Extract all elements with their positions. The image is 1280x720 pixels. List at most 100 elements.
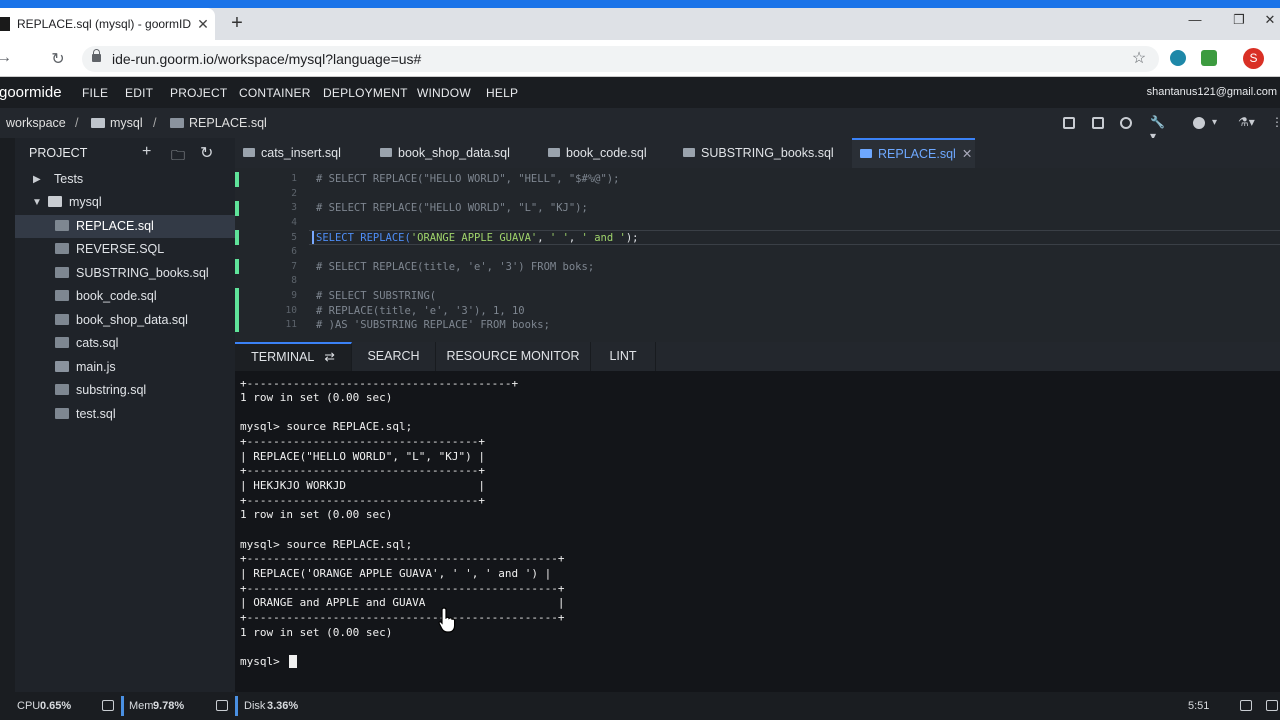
tree-file-book-code[interactable]: book_code.sql xyxy=(15,285,235,308)
tree-file-cats[interactable]: cats.sql xyxy=(15,332,235,355)
address-bar[interactable]: ide-run.goorm.io/workspace/mysql?languag… xyxy=(82,46,1159,72)
browser-tab[interactable]: REPLACE.sql (mysql) - goormIDE ✕ xyxy=(0,8,215,40)
folder-icon xyxy=(48,196,62,207)
line-number: 4 xyxy=(291,217,297,228)
code-line: # SELECT REPLACE(title, 'e', '3') FROM b… xyxy=(316,261,595,273)
tab-book-code[interactable]: book_code.sql xyxy=(540,138,670,168)
mem-value: 9.78% xyxy=(153,700,185,712)
menu-file[interactable]: FILE xyxy=(82,86,108,100)
build-icon[interactable]: 🔧▾ xyxy=(1150,115,1165,143)
chevron-right-icon: ▶ xyxy=(33,174,41,185)
menu-window[interactable]: WINDOW xyxy=(417,86,471,100)
terminal-refresh-icon[interactable]: ⇄ xyxy=(324,350,334,364)
new-folder-icon[interactable]: 🗀 xyxy=(171,145,185,169)
breadcrumb-file[interactable]: REPLACE.sql xyxy=(170,116,267,130)
tab-terminal[interactable]: TERMINAL ⇄ xyxy=(235,342,352,371)
fullscreen-icon[interactable] xyxy=(1266,700,1278,711)
run-icon[interactable] xyxy=(1193,117,1205,129)
profile-avatar[interactable]: S xyxy=(1243,48,1264,69)
menu-deployment[interactable]: DEPLOYMENT xyxy=(323,86,408,100)
tree-file-substring-books[interactable]: SUBSTRING_books.sql xyxy=(15,262,235,285)
tab-book-shop-data[interactable]: book_shop_data.sql xyxy=(372,138,532,168)
left-activity-rail xyxy=(0,138,15,692)
menu-help[interactable]: HELP xyxy=(486,86,518,100)
tab-lint[interactable]: LINT xyxy=(591,342,656,371)
breadcrumb-mysql[interactable]: mysql xyxy=(91,116,143,130)
tab-substring-books[interactable]: SUBSTRING_books.sql xyxy=(675,138,845,168)
tree-item-label: mysql xyxy=(69,195,102,209)
bookmark-star-icon[interactable]: ☆ xyxy=(1129,48,1149,68)
add-icon[interactable]: + xyxy=(142,143,151,161)
line-number: 9 xyxy=(291,290,297,301)
tree-file-reverse[interactable]: REVERSE.SQL xyxy=(15,238,235,261)
minimize-icon[interactable]: — xyxy=(1175,12,1215,27)
tree-item-label: cats.sql xyxy=(76,336,119,350)
tree-file-substring[interactable]: substring.sql xyxy=(15,379,235,402)
more-icon[interactable]: ⋮ xyxy=(1271,115,1280,129)
tab-label: SUBSTRING_books.sql xyxy=(701,146,834,160)
code-line: # SELECT SUBSTRING( xyxy=(316,290,437,302)
line-number: 6 xyxy=(291,246,297,257)
terminal-line: 1 row in set (0.00 sec) xyxy=(240,626,393,639)
browser-tab-title: REPLACE.sql (mysql) - goormIDE xyxy=(17,17,191,31)
terminal-line: 1 row in set (0.00 sec) xyxy=(240,391,393,404)
tree-folder-tests[interactable]: ▶ Tests xyxy=(15,168,235,191)
debug-icon[interactable]: ⚗▾ xyxy=(1238,115,1255,129)
sql-file-icon xyxy=(55,408,69,419)
save-icon[interactable] xyxy=(1063,117,1075,129)
extension-icon[interactable] xyxy=(1170,50,1186,66)
terminal-line: +---------------------------------------… xyxy=(240,552,565,565)
line-number: 7 xyxy=(291,261,297,272)
menu-edit[interactable]: EDIT xyxy=(125,86,153,100)
back-icon[interactable]: → xyxy=(0,49,14,67)
extension-html-icon[interactable] xyxy=(1201,50,1217,66)
sql-file-icon xyxy=(380,148,392,157)
tab-cats-insert[interactable]: cats_insert.sql xyxy=(235,138,368,168)
tree-item-label: REPLACE.sql xyxy=(76,219,154,233)
sql-file-icon xyxy=(55,290,69,301)
reload-icon[interactable]: ↻ xyxy=(48,49,68,69)
new-tab-icon[interactable]: + xyxy=(227,13,247,35)
project-title: PROJECT xyxy=(29,146,88,160)
sql-file-icon xyxy=(243,148,255,157)
tab-replace[interactable]: REPLACE.sql ✕ xyxy=(852,138,975,168)
project-header: PROJECT + 🗀 ↻ xyxy=(15,138,235,168)
clock: 5:51 xyxy=(1188,700,1210,712)
sql-file-icon xyxy=(683,148,695,157)
code-editor[interactable]: 1 # SELECT REPLACE("HELLO WORLD", "HELL"… xyxy=(235,168,1280,342)
window-top-bar xyxy=(0,0,1280,8)
sql-file-icon xyxy=(55,243,69,254)
menu-project[interactable]: PROJECT xyxy=(170,86,227,100)
breadcrumb-workspace[interactable]: workspace xyxy=(6,116,66,130)
tab-search[interactable]: SEARCH xyxy=(352,342,436,371)
code-punct: , xyxy=(537,232,550,244)
tab-label: SEARCH xyxy=(367,349,420,363)
tab-close-icon[interactable]: ✕ xyxy=(191,16,215,33)
code-string: ' and ' xyxy=(581,232,626,244)
terminal-output[interactable]: +---------------------------------------… xyxy=(235,371,1280,692)
code-line: # SELECT REPLACE("HELLO WORLD", "HELL", … xyxy=(316,173,620,185)
tree-file-book-shop-data[interactable]: book_shop_data.sql xyxy=(15,309,235,332)
project-explorer: PROJECT + 🗀 ↻ ▶ Tests ▼ mysql REPLACE.sq… xyxy=(15,138,235,692)
terminal-line: +-----------------------------------+ xyxy=(240,494,486,507)
tab-close-icon[interactable]: ✕ xyxy=(962,147,972,161)
save-all-icon[interactable] xyxy=(1092,117,1104,129)
tree-folder-mysql[interactable]: ▼ mysql xyxy=(15,191,235,214)
find-icon[interactable] xyxy=(1120,117,1132,129)
tree-item-label: book_shop_data.sql xyxy=(76,313,188,327)
tree-file-replace[interactable]: REPLACE.sql xyxy=(15,215,235,238)
menu-container[interactable]: CONTAINER xyxy=(239,86,311,100)
window-close-icon[interactable]: ✕ xyxy=(1250,12,1280,28)
layout-icon[interactable] xyxy=(1240,700,1252,711)
lock-icon xyxy=(92,49,101,62)
refresh-icon[interactable]: ↻ xyxy=(200,143,213,163)
tab-resource-monitor[interactable]: RESOURCE MONITOR xyxy=(436,342,591,371)
run-dropdown-icon[interactable]: ▾ xyxy=(1212,117,1224,129)
tree-file-main-js[interactable]: main.js xyxy=(15,356,235,379)
tree-file-test[interactable]: test.sql xyxy=(15,403,235,426)
mem-bar xyxy=(121,696,124,716)
terminal-line: +---------------------------------------… xyxy=(240,611,565,624)
tree-item-label: main.js xyxy=(76,360,116,374)
breadcrumb-file-label: REPLACE.sql xyxy=(189,116,267,130)
user-email[interactable]: shantanus121@gmail.com xyxy=(1147,86,1277,98)
